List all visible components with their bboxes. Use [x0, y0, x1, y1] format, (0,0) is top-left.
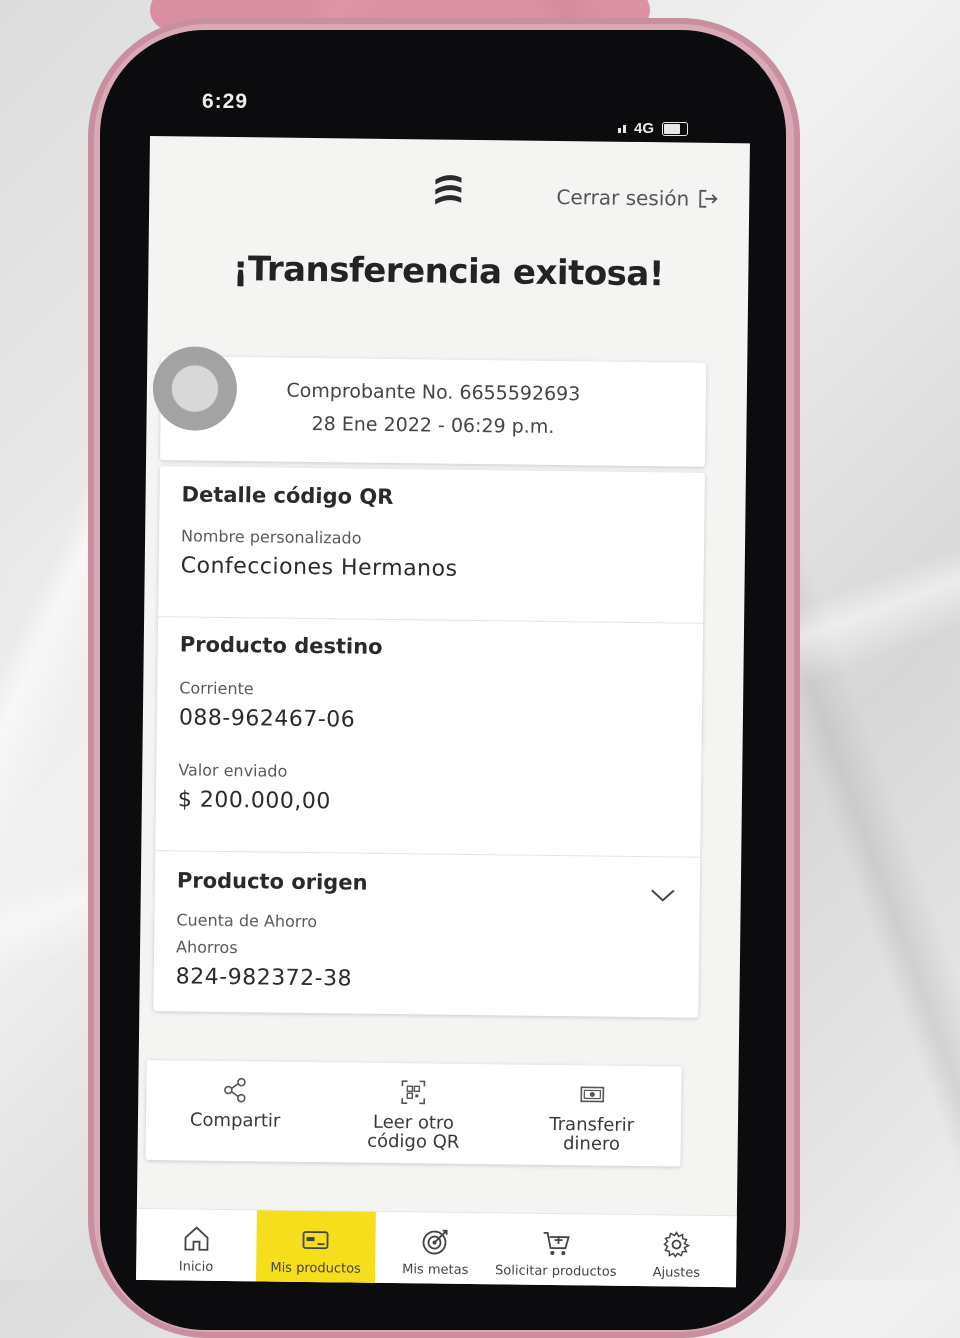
transfer-money-label: Transferir dinero	[549, 1113, 635, 1155]
divider	[155, 850, 701, 858]
bottom-nav: Inicio Mis productos Mis metas Solicitar…	[136, 1207, 737, 1288]
custom-name-label: Nombre personalizado	[181, 526, 362, 548]
battery-icon	[662, 121, 689, 136]
receipt-card: Comprobante No. 6655592693 28 Ene 2022 -…	[152, 346, 707, 467]
status-indicators: 4G	[618, 120, 689, 137]
nav-label: Inicio	[178, 1259, 214, 1275]
nav-item-mis-productos[interactable]: Mis productos	[255, 1210, 377, 1288]
money-icon	[580, 1086, 605, 1103]
cart-add-icon	[543, 1231, 570, 1256]
transfer-money-button[interactable]: Transferir dinero	[502, 1064, 682, 1166]
origin-account: 824-982372-38	[175, 964, 353, 992]
target-icon	[422, 1229, 448, 1255]
app-screen: Cerrar sesión ¡Transferencia exitosa! Co…	[136, 136, 750, 1288]
origin-title: Producto origen	[176, 868, 368, 895]
divider	[158, 616, 704, 624]
destination-account: 088-962467-06	[178, 705, 356, 733]
logout-icon	[699, 189, 718, 208]
page-title: ¡Transferencia exitosa!	[232, 249, 665, 295]
logout-button[interactable]: Cerrar sesión	[556, 185, 719, 211]
scan-qr-label: Leer otro código QR	[367, 1111, 460, 1153]
signal-icon	[618, 124, 626, 133]
nav-item-inicio[interactable]: Inicio	[136, 1209, 256, 1287]
amount-label: Valor enviado	[178, 760, 288, 781]
destination-section: Producto destino Corriente 088-962467-06…	[178, 632, 681, 818]
nav-label: Ajustes	[652, 1265, 701, 1281]
destination-type: Corriente	[179, 678, 254, 699]
home-icon	[184, 1226, 209, 1251]
chevron-down-icon[interactable]	[650, 887, 676, 903]
voucher-number: Comprobante No. 6655592693	[286, 379, 581, 406]
transaction-datetime: 28 Ene 2022 - 06:29 p.m.	[311, 412, 555, 438]
amount-value: $ 200.000,00	[177, 787, 331, 815]
gear-icon	[663, 1231, 691, 1258]
logout-label: Cerrar sesión	[556, 184, 690, 211]
nav-label: Mis productos	[270, 1260, 361, 1277]
qr-detail-title: Detalle código QR	[181, 482, 394, 509]
nav-item-ajustes[interactable]: Ajustes	[616, 1215, 737, 1287]
scan-qr-button[interactable]: Leer otro código QR	[324, 1062, 504, 1164]
nav-item-solicitar-productos[interactable]: Solicitar productos	[495, 1213, 617, 1287]
card-icon	[303, 1231, 329, 1250]
nav-item-mis-metas[interactable]: Mis metas	[375, 1212, 496, 1287]
custom-name-value: Confecciones Hermanos	[180, 553, 458, 582]
origin-type: Cuenta de Ahorro	[176, 910, 318, 932]
share-icon	[224, 1077, 246, 1103]
qr-detail-section: Detalle código QR Nombre personalizado C…	[181, 482, 683, 584]
transfer-detail-card: Detalle código QR Nombre personalizado C…	[153, 466, 705, 1018]
nav-label: Mis metas	[402, 1262, 469, 1278]
origin-section[interactable]: Producto origen Cuenta de Ahorro Ahorros…	[176, 868, 678, 995]
qr-code-icon	[401, 1080, 426, 1105]
share-label: Compartir	[189, 1109, 281, 1132]
action-bar: Compartir Leer otro código QR Transferir…	[145, 1060, 682, 1167]
share-button[interactable]: Compartir	[145, 1060, 325, 1162]
nav-label: Solicitar productos	[494, 1263, 617, 1280]
bank-logo-icon	[435, 175, 462, 205]
destination-title: Producto destino	[179, 632, 383, 659]
origin-subtype: Ahorros	[175, 937, 238, 958]
status-time: 6:29	[202, 90, 249, 113]
network-type: 4G	[634, 120, 655, 137]
